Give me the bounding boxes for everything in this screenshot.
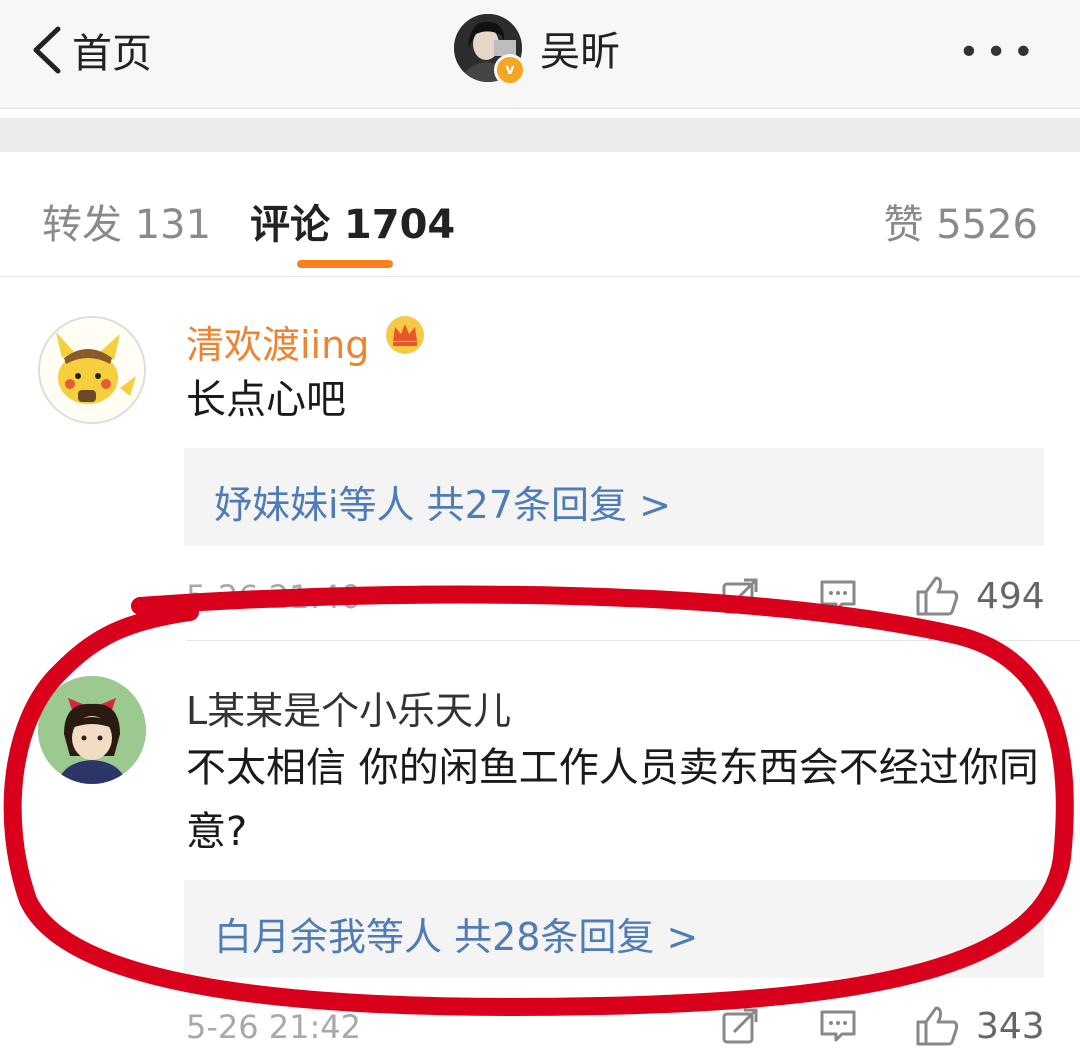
- anime-girl-avatar-image: [38, 676, 146, 784]
- avatar[interactable]: v: [454, 14, 526, 86]
- like-count: 494: [976, 576, 1045, 617]
- active-tab-indicator: [297, 260, 393, 268]
- vip-crown-icon: [386, 316, 424, 354]
- share-icon[interactable]: [720, 1006, 760, 1046]
- comment-icon[interactable]: [818, 1006, 858, 1046]
- reply-summary[interactable]: 妤妹妹i等人 共27条回复 >: [184, 448, 1044, 546]
- comment-text: 不太相信 你的闲鱼工作人员卖东西会不经过你同意?: [186, 745, 1039, 855]
- tab-like[interactable]: 赞 5526: [883, 192, 1038, 250]
- thumbs-up-icon[interactable]: [914, 574, 960, 616]
- comment-username[interactable]: 清欢渡iing: [186, 314, 369, 369]
- top-nav-bar: 首页 v 吴昕 •••: [0, 0, 1080, 109]
- thumbs-up-icon[interactable]: [914, 1004, 960, 1046]
- tab-repost[interactable]: 转发 131: [42, 192, 211, 250]
- reply-summary-link[interactable]: 白月余我等人 共28条回复 >: [214, 906, 698, 961]
- section-separator: [0, 118, 1080, 152]
- avatar[interactable]: [38, 316, 146, 424]
- pikachu-avatar-image: [40, 318, 144, 422]
- comment-text: 长点心吧: [186, 377, 346, 423]
- page-title: 吴昕: [540, 29, 620, 75]
- avatar[interactable]: [38, 676, 146, 784]
- comment-timestamp: 5-26 21:42: [186, 1008, 362, 1046]
- chevron-left-icon: [33, 26, 61, 74]
- comment-timestamp: 5-26 21:40: [186, 578, 362, 616]
- verified-badge: v: [494, 54, 526, 86]
- comment-item: L某某是个小乐天儿 不太相信 你的闲鱼工作人员卖东西会不经过你同意? 白月余我等…: [0, 642, 1080, 1054]
- tab-bar: 转发 131 评论 1704 赞 5526: [0, 152, 1080, 277]
- reply-summary[interactable]: 白月余我等人 共28条回复 >: [184, 880, 1044, 978]
- back-button[interactable]: 首页: [30, 22, 152, 78]
- tab-comment[interactable]: 评论 1704: [250, 192, 455, 250]
- comment-item: 清欢渡iing 长点心吧 妤妹妹i等人 共27条回复 > 5-26 21:40 …: [0, 280, 1080, 640]
- like-count: 343: [976, 1006, 1045, 1047]
- divider: [186, 640, 1080, 641]
- comment-username[interactable]: L某某是个小乐天儿: [186, 680, 511, 735]
- share-icon[interactable]: [720, 576, 760, 616]
- profile-header[interactable]: v 吴昕: [454, 14, 620, 86]
- more-options-button[interactable]: •••: [958, 32, 1040, 73]
- comment-icon[interactable]: [818, 576, 858, 616]
- reply-summary-link[interactable]: 妤妹妹i等人 共27条回复 >: [214, 474, 671, 529]
- back-label: 首页: [72, 31, 152, 77]
